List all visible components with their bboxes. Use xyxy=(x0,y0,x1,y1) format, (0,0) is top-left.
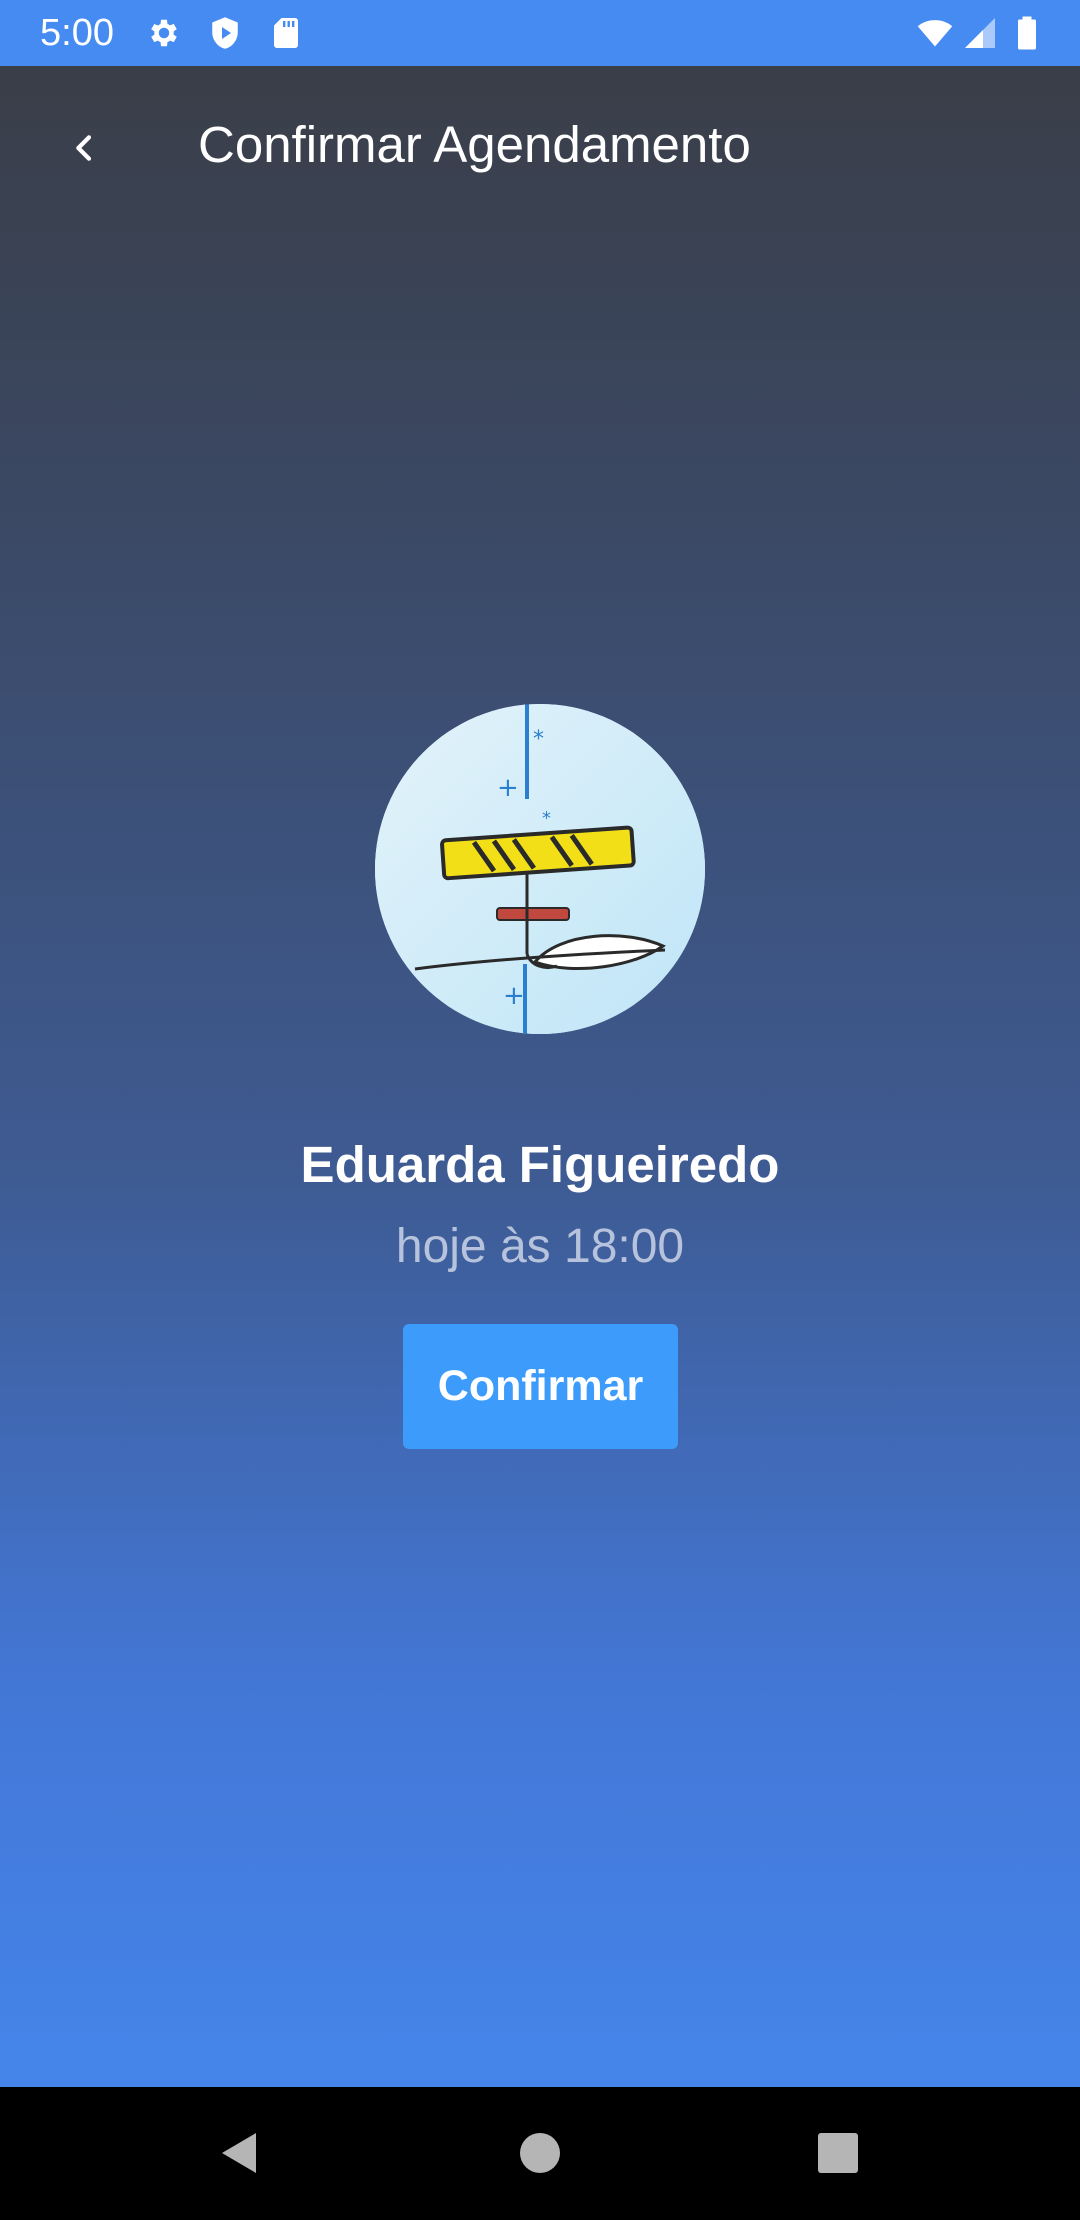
wifi-icon xyxy=(914,15,956,51)
recents-square-icon xyxy=(818,2133,858,2173)
main-content: Confirmar Agendamento * + * + Eduarda Fi… xyxy=(0,66,1080,2087)
appointment-time: hoje às 18:00 xyxy=(395,1220,685,1273)
battery-icon xyxy=(1012,15,1042,51)
svg-text:+: + xyxy=(497,773,519,803)
status-bar: 5:00 xyxy=(0,0,1080,66)
home-circle-icon xyxy=(520,2133,560,2173)
avatar: * + * + xyxy=(375,704,705,1034)
nav-home-button[interactable] xyxy=(510,2123,570,2183)
back-button[interactable] xyxy=(52,116,116,180)
play-protect-icon xyxy=(207,15,243,51)
page-title: Confirmar Agendamento xyxy=(198,116,751,173)
svg-text:*: * xyxy=(542,808,551,829)
svg-text:+: + xyxy=(503,981,525,1011)
signal-icon xyxy=(962,15,998,51)
navigation-bar xyxy=(0,2087,1080,2220)
person-name: Eduarda Figueiredo xyxy=(300,1136,780,1193)
status-time: 5:00 xyxy=(40,12,114,54)
nav-recents-button[interactable] xyxy=(808,2123,868,2183)
nav-back-button[interactable] xyxy=(210,2123,270,2183)
settings-icon xyxy=(146,15,182,51)
back-triangle-icon xyxy=(222,2133,256,2173)
sd-card-icon xyxy=(268,15,304,51)
confirm-button[interactable]: Confirmar xyxy=(403,1324,678,1449)
screen: 5:00 Confirmar Agendamento * + * + Eduar… xyxy=(0,0,1080,2220)
chevron-left-icon xyxy=(76,135,92,161)
svg-text:*: * xyxy=(533,727,544,752)
